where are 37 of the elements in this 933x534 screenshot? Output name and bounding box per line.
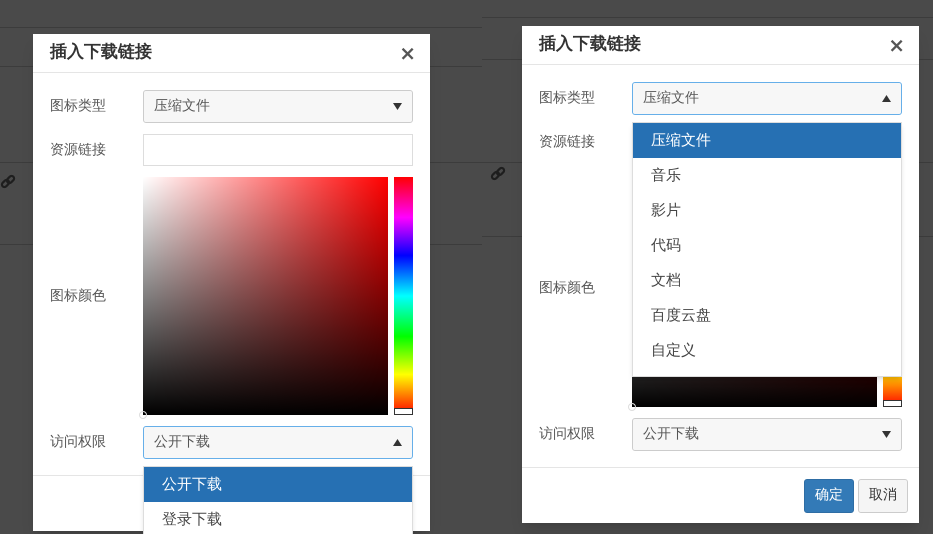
field-label: 资源链接 <box>539 132 596 152</box>
dropdown-option[interactable]: 登录下载 <box>144 502 412 534</box>
cancel-button[interactable]: 取消 <box>858 478 908 512</box>
field-label: 资源链接 <box>50 140 107 160</box>
dropdown-option[interactable]: 文档 <box>633 263 901 298</box>
hue-slider-handle[interactable] <box>394 408 413 415</box>
close-button[interactable]: × <box>888 35 905 55</box>
hue-slider-handle[interactable] <box>883 400 902 407</box>
dropdown-option[interactable]: 音乐 <box>633 158 901 193</box>
dropdown-option[interactable]: 压缩文件 <box>633 123 901 158</box>
close-button[interactable]: × <box>399 43 416 63</box>
dialog-title: 插入下载链接 <box>539 33 641 56</box>
select-field[interactable]: 公开下载 <box>143 426 413 459</box>
dropdown-option[interactable]: 代码 <box>633 228 901 263</box>
caret-icon <box>393 103 402 110</box>
caret-icon <box>393 439 402 446</box>
field-label: 图标类型 <box>50 97 107 116</box>
color-cursor[interactable] <box>628 403 636 411</box>
field-label: 访问权限 <box>539 425 596 444</box>
input-field[interactable] <box>143 134 413 166</box>
caret-icon <box>882 95 891 102</box>
select-field[interactable]: 压缩文件 <box>143 90 413 123</box>
dropdown-option[interactable]: 公开下载 <box>144 467 412 502</box>
hue-slider[interactable] <box>394 177 413 415</box>
dropdown-option[interactable]: 影片 <box>633 193 901 228</box>
dropdown-option[interactable]: 百度云盘 <box>633 298 901 333</box>
field-label: 图标类型 <box>539 89 596 108</box>
caret-icon <box>882 431 891 438</box>
dropdown-option[interactable]: 自定义 <box>633 333 901 368</box>
dialog-title: 插入下载链接 <box>50 41 152 64</box>
confirm-button[interactable]: 确定 <box>804 478 854 512</box>
color-cursor[interactable] <box>139 411 147 419</box>
select-field[interactable]: 公开下载 <box>632 418 902 451</box>
select-field[interactable]: 压缩文件 <box>632 82 902 115</box>
field-label: 图标颜色 <box>50 286 107 306</box>
field-label: 图标颜色 <box>539 278 596 298</box>
field-label: 访问权限 <box>50 433 107 452</box>
